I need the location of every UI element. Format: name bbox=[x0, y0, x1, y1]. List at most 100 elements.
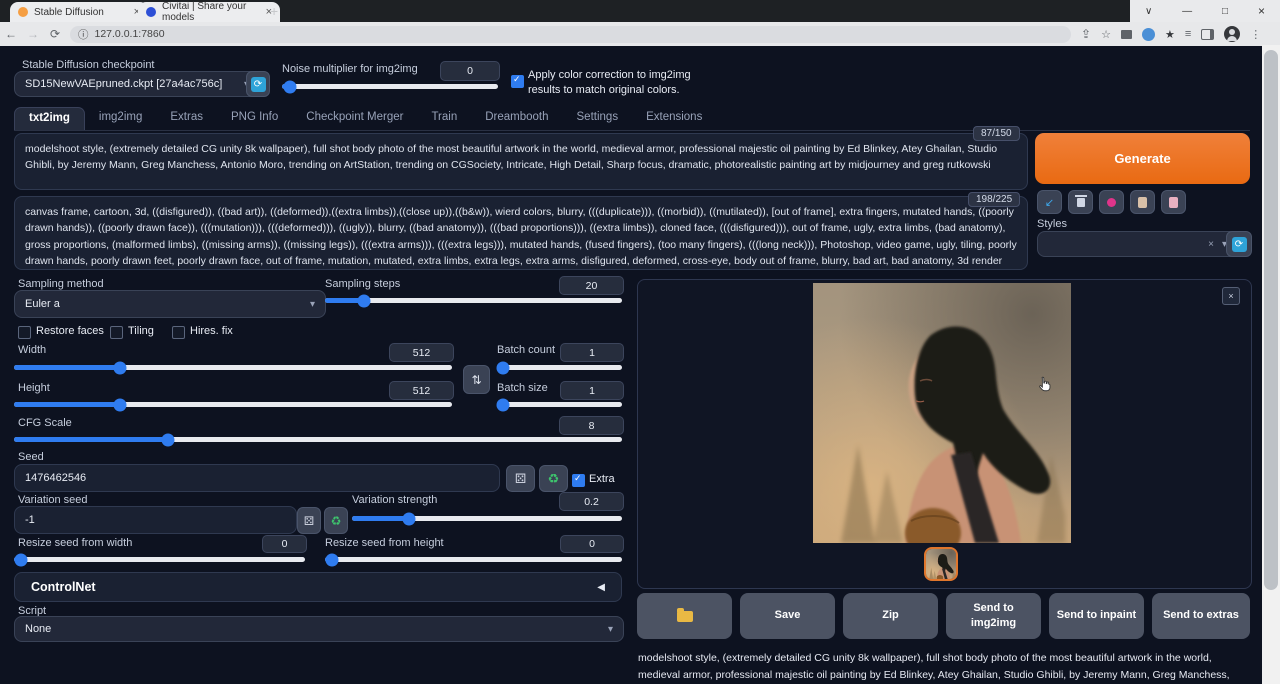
swap-dimensions-button[interactable]: ⇅ bbox=[463, 365, 490, 394]
tab-png-info[interactable]: PNG Info bbox=[217, 107, 292, 130]
tab-dreambooth[interactable]: Dreambooth bbox=[471, 107, 562, 130]
tab-train[interactable]: Train bbox=[417, 107, 471, 130]
browser-menu-icon[interactable]: ⋮ bbox=[1250, 28, 1261, 41]
batch-size-slider[interactable] bbox=[497, 402, 622, 407]
reuse-seed-button[interactable]: ♻ bbox=[539, 465, 568, 492]
script-dropdown[interactable]: None ▾ bbox=[14, 616, 624, 642]
recycle-icon: ♻ bbox=[548, 471, 560, 487]
save-button[interactable]: Save bbox=[740, 593, 835, 639]
tab-img2img[interactable]: img2img bbox=[85, 107, 156, 130]
save-style-icon bbox=[1169, 197, 1178, 208]
close-preview-button[interactable]: × bbox=[1222, 287, 1240, 305]
window-chevron-icon[interactable]: ∨ bbox=[1145, 6, 1152, 17]
checkpoint-refresh-button[interactable]: ⟳ bbox=[246, 71, 270, 97]
dice-icon: ⚄ bbox=[304, 514, 314, 528]
seed-input[interactable]: 1476462546 bbox=[14, 464, 500, 492]
address-bar[interactable]: ⓘ 127.0.0.1:7860 bbox=[70, 26, 1071, 43]
height-value[interactable]: 512 bbox=[389, 381, 454, 400]
window-restore-icon[interactable]: □ bbox=[1222, 6, 1228, 17]
noise-multiplier-slider[interactable] bbox=[282, 84, 498, 89]
gallery-thumbnail[interactable] bbox=[924, 547, 958, 581]
resize-seed-height-slider[interactable] bbox=[325, 557, 622, 562]
close-icon: × bbox=[1228, 291, 1233, 301]
tab-extensions[interactable]: Extensions bbox=[632, 107, 716, 130]
checkpoint-dropdown[interactable]: SD15NewVAEpruned.ckpt [27a4ac756c] ▾ bbox=[14, 71, 260, 97]
resize-seed-width-value[interactable]: 0 bbox=[262, 535, 307, 553]
clear-prompt-button[interactable] bbox=[1068, 190, 1093, 214]
variation-strength-slider[interactable] bbox=[352, 516, 622, 521]
tab-settings[interactable]: Settings bbox=[563, 107, 633, 130]
resize-seed-height-value[interactable]: 0 bbox=[560, 535, 624, 553]
extra-networks-button[interactable] bbox=[1099, 190, 1124, 214]
sampling-steps-slider[interactable] bbox=[325, 298, 622, 303]
noise-multiplier-value[interactable]: 0 bbox=[440, 61, 500, 81]
page-scrollbar[interactable] bbox=[1262, 45, 1280, 684]
reload-icon[interactable]: ⟳ bbox=[44, 27, 66, 41]
send-to-extras-button[interactable]: Send to extras bbox=[1152, 593, 1250, 639]
prompt-input[interactable]: modelshoot style, (extremely detailed CG… bbox=[14, 133, 1028, 190]
seed-label: Seed bbox=[18, 451, 44, 463]
extra-seed-checkbox[interactable] bbox=[572, 474, 585, 487]
browser-tab-civitai[interactable]: Civitai | Share your models × bbox=[138, 2, 280, 22]
styles-dropdown[interactable]: × ▾ bbox=[1037, 231, 1238, 257]
send-to-img2img-button[interactable]: Send to img2img bbox=[946, 593, 1041, 639]
variation-reuse-seed-button[interactable]: ♻ bbox=[324, 507, 348, 534]
generated-image[interactable] bbox=[813, 283, 1071, 543]
civitai-favicon bbox=[146, 7, 156, 17]
variation-strength-value[interactable]: 0.2 bbox=[559, 492, 624, 511]
forward-icon[interactable]: → bbox=[22, 27, 44, 41]
styles-refresh-button[interactable]: ⟳ bbox=[1226, 231, 1252, 257]
window-close-icon[interactable]: × bbox=[1258, 4, 1265, 18]
width-value[interactable]: 512 bbox=[389, 343, 454, 362]
share-icon[interactable]: ⇪ bbox=[1081, 27, 1091, 41]
height-slider[interactable] bbox=[14, 402, 452, 407]
paste-params-button[interactable]: ↙ bbox=[1037, 190, 1062, 214]
negative-prompt-input[interactable]: canvas frame, cartoon, 3d, ((disfigured)… bbox=[14, 196, 1028, 270]
hires-fix-checkbox[interactable] bbox=[172, 326, 185, 339]
sampling-method-dropdown[interactable]: Euler a ▾ bbox=[14, 290, 326, 318]
batch-count-slider[interactable] bbox=[497, 365, 622, 370]
scrollbar-thumb[interactable] bbox=[1264, 50, 1278, 590]
sampling-steps-value[interactable]: 20 bbox=[559, 276, 624, 295]
batch-size-value[interactable]: 1 bbox=[560, 381, 624, 400]
variation-random-seed-button[interactable]: ⚄ bbox=[297, 507, 321, 534]
restore-faces-checkbox[interactable] bbox=[18, 326, 31, 339]
cfg-scale-value[interactable]: 8 bbox=[559, 416, 624, 435]
controlnet-accordion[interactable]: ControlNet ◀ bbox=[14, 572, 622, 602]
side-panel-icon[interactable] bbox=[1201, 29, 1214, 40]
sampling-method-label: Sampling method bbox=[18, 278, 104, 290]
zip-button[interactable]: Zip bbox=[843, 593, 938, 639]
extension-film-icon[interactable] bbox=[1121, 30, 1132, 39]
width-slider[interactable] bbox=[14, 365, 452, 370]
color-correction-label: Apply color correction to img2img result… bbox=[528, 68, 718, 98]
back-icon[interactable]: ← bbox=[0, 27, 22, 41]
send-to-inpaint-button[interactable]: Send to inpaint bbox=[1049, 593, 1144, 639]
tab-checkpoint-merger[interactable]: Checkpoint Merger bbox=[292, 107, 417, 130]
window-minimize-icon[interactable]: — bbox=[1182, 6, 1192, 17]
random-seed-button[interactable]: ⚄ bbox=[506, 465, 535, 492]
extension-blue-icon[interactable] bbox=[1142, 28, 1155, 41]
restore-faces-label: Restore faces bbox=[36, 325, 104, 337]
profile-avatar[interactable] bbox=[1224, 26, 1240, 42]
batch-count-value[interactable]: 1 bbox=[560, 343, 624, 362]
tab-txt2img[interactable]: txt2img bbox=[14, 107, 85, 130]
site-info-icon[interactable]: ⓘ bbox=[78, 27, 89, 42]
extension-star-icon[interactable]: ★ bbox=[1165, 28, 1175, 41]
resize-seed-width-slider[interactable] bbox=[14, 557, 305, 562]
apply-style-button[interactable] bbox=[1130, 190, 1155, 214]
bookmark-star-icon[interactable]: ☆ bbox=[1101, 28, 1111, 41]
variation-seed-input[interactable]: -1 bbox=[14, 506, 297, 534]
open-folder-button[interactable] bbox=[637, 593, 732, 639]
clear-styles-icon[interactable]: × bbox=[1208, 239, 1214, 250]
cfg-scale-slider[interactable] bbox=[14, 437, 622, 442]
generate-button[interactable]: Generate bbox=[1035, 133, 1250, 184]
browser-tab-stable-diffusion[interactable]: Stable Diffusion × bbox=[10, 2, 148, 22]
height-label: Height bbox=[18, 382, 50, 394]
reading-list-icon[interactable]: ≡ bbox=[1185, 28, 1191, 40]
tiling-checkbox[interactable] bbox=[110, 326, 123, 339]
variation-seed-label: Variation seed bbox=[18, 494, 88, 506]
save-style-button[interactable] bbox=[1161, 190, 1186, 214]
color-correction-checkbox[interactable] bbox=[511, 75, 524, 88]
new-tab-icon[interactable]: + bbox=[270, 3, 278, 19]
tab-extras[interactable]: Extras bbox=[156, 107, 217, 130]
